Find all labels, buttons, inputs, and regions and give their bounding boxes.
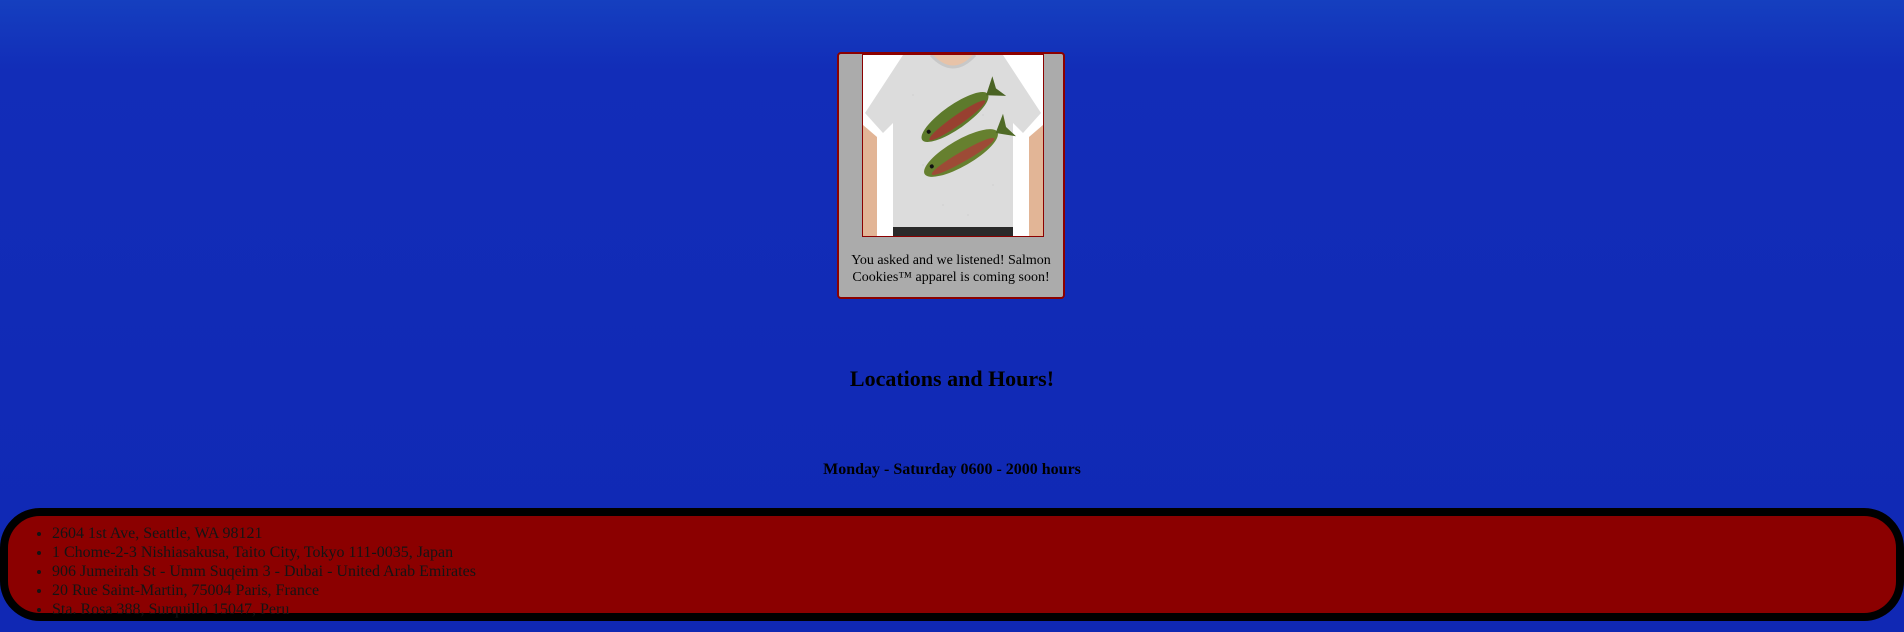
- promo-card: You asked and we listened! Salmon Cookie…: [837, 52, 1065, 299]
- locations-heading: Locations and Hours!: [849, 366, 1055, 391]
- locations-list: 2604 1st Ave, Seattle, WA 98121 1 Chome-…: [16, 524, 476, 619]
- location-item: 20 Rue Saint-Martin, 75004 Paris, France: [52, 581, 476, 600]
- location-item: 1 Chome-2-3 Nishiasakusa, Taito City, To…: [52, 543, 476, 562]
- locations-panel: 2604 1st Ave, Seattle, WA 98121 1 Chome-…: [0, 508, 1904, 621]
- location-item: Sta. Rosa 388, Surquillo 15047, Peru: [52, 600, 476, 619]
- promo-caption: You asked and we listened! Salmon Cookie…: [851, 253, 1051, 285]
- salmon-shirt-image: [862, 54, 1044, 237]
- location-item: 2604 1st Ave, Seattle, WA 98121: [52, 524, 476, 543]
- hours-heading: Monday - Saturday 0600 - 2000 hours: [823, 461, 1081, 478]
- location-item: 906 Jumeirah St - Umm Suqeim 3 - Dubai -…: [52, 562, 476, 581]
